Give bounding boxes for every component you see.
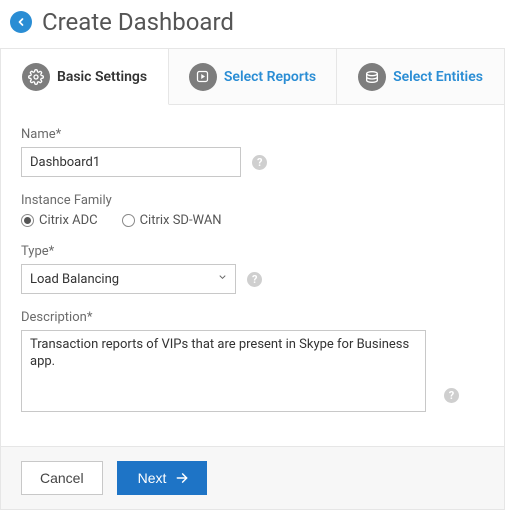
field-description: Description* ? <box>21 310 484 416</box>
description-input[interactable] <box>21 330 426 412</box>
footer: Cancel Next <box>0 447 505 510</box>
help-icon[interactable]: ? <box>444 388 459 403</box>
play-square-icon <box>189 63 217 91</box>
type-label: Type* <box>21 244 484 259</box>
tab-label: Select Reports <box>224 69 316 85</box>
next-label: Next <box>138 470 167 486</box>
help-icon[interactable]: ? <box>247 272 262 287</box>
layers-icon <box>358 63 386 91</box>
tab-select-entities[interactable]: Select Entities <box>337 49 504 105</box>
radio-icon <box>122 214 135 227</box>
field-type: Type* Load Balancing ? <box>21 244 484 294</box>
radio-citrix-sdwan[interactable]: Citrix SD-WAN <box>122 213 222 228</box>
back-button[interactable] <box>10 11 32 33</box>
family-label: Instance Family <box>21 193 484 208</box>
arrow-left-icon <box>15 16 27 28</box>
gear-icon <box>22 63 50 91</box>
form-basic-settings: Name* ? Instance Family Citrix ADC Citri… <box>0 105 505 447</box>
name-input[interactable] <box>21 147 241 177</box>
tab-select-reports[interactable]: Select Reports <box>169 49 337 105</box>
name-label: Name* <box>21 127 484 142</box>
radio-label: Citrix SD-WAN <box>140 213 222 228</box>
description-label: Description* <box>21 310 484 325</box>
tabs: Basic Settings Select Reports Select Ent… <box>0 48 505 105</box>
next-button[interactable]: Next <box>117 461 208 495</box>
field-name: Name* ? <box>21 127 484 177</box>
field-instance-family: Instance Family Citrix ADC Citrix SD-WAN <box>21 193 484 228</box>
cancel-button[interactable]: Cancel <box>21 461 103 495</box>
type-select[interactable]: Load Balancing <box>21 264 236 294</box>
arrow-right-icon <box>174 471 190 485</box>
radio-icon <box>21 214 34 227</box>
page-title: Create Dashboard <box>42 8 234 36</box>
radio-citrix-adc[interactable]: Citrix ADC <box>21 213 98 228</box>
radio-label: Citrix ADC <box>39 213 98 228</box>
help-icon[interactable]: ? <box>252 155 267 170</box>
page-header: Create Dashboard <box>0 0 505 48</box>
tab-basic-settings[interactable]: Basic Settings <box>1 49 169 105</box>
tab-label: Basic Settings <box>57 69 147 85</box>
tab-label: Select Entities <box>393 69 483 85</box>
